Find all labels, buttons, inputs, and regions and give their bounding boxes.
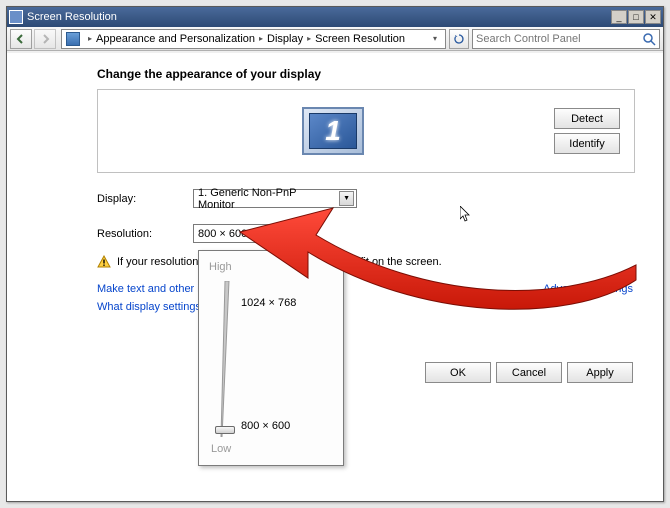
- apply-button[interactable]: Apply: [567, 362, 633, 383]
- search-input[interactable]: [476, 33, 642, 45]
- display-dropdown[interactable]: 1. Generic Non-PnP Monitor ▼: [193, 189, 357, 208]
- display-preview-panel: 1 Detect Identify: [97, 89, 635, 173]
- display-value: 1. Generic Non-PnP Monitor: [198, 187, 335, 211]
- ok-button[interactable]: OK: [425, 362, 491, 383]
- maximize-button[interactable]: □: [628, 10, 644, 24]
- chevron-icon: ▸: [259, 34, 263, 43]
- resolution-option[interactable]: 800 × 600: [241, 420, 290, 432]
- back-button[interactable]: [10, 29, 32, 49]
- identify-button[interactable]: Identify: [554, 133, 620, 154]
- slider-thumb[interactable]: [215, 426, 235, 434]
- breadcrumb-seg-2[interactable]: Screen Resolution: [315, 33, 405, 45]
- warning-text-pre: If your resolution: [117, 256, 198, 268]
- slider-high-label: High: [209, 261, 333, 273]
- search-icon[interactable]: [642, 32, 656, 46]
- monitor-thumbnail[interactable]: 1: [302, 107, 364, 155]
- resolution-slider[interactable]: [221, 281, 229, 437]
- window-title: Screen Resolution: [27, 11, 610, 23]
- dropdown-icon: ▼: [267, 226, 282, 241]
- forward-button[interactable]: [34, 29, 56, 49]
- titlebar: Screen Resolution _ □ ✕: [7, 7, 663, 27]
- breadcrumb[interactable]: ▸ Appearance and Personalization ▸ Displ…: [61, 29, 446, 49]
- resolution-dropdown[interactable]: 800 × 600 ▼: [193, 224, 285, 243]
- warning-icon: [97, 255, 111, 269]
- display-row: Display: 1. Generic Non-PnP Monitor ▼: [97, 189, 635, 208]
- resolution-option[interactable]: 1024 × 768: [241, 297, 296, 309]
- advanced-settings-link[interactable]: Advanced settings: [543, 283, 633, 295]
- warning-text-post: fit on the screen.: [360, 256, 441, 268]
- breadcrumb-seg-0[interactable]: Appearance and Personalization: [96, 33, 255, 45]
- resolution-slider-popup[interactable]: High 1024 × 768 800 × 600 Low: [198, 250, 344, 466]
- make-text-link[interactable]: Make text and other it: [97, 283, 203, 295]
- what-display-link[interactable]: What display settings: [97, 301, 201, 313]
- app-icon: [9, 10, 23, 24]
- slider-low-label: Low: [211, 443, 231, 455]
- monitor-number: 1: [325, 115, 341, 147]
- breadcrumb-dropdown-icon[interactable]: ▾: [433, 34, 437, 43]
- close-button[interactable]: ✕: [645, 10, 661, 24]
- cancel-button[interactable]: Cancel: [496, 362, 562, 383]
- back-icon: [16, 34, 26, 44]
- resolution-value: 800 × 600: [198, 228, 247, 240]
- chevron-icon: ▸: [88, 34, 92, 43]
- refresh-button[interactable]: [449, 29, 469, 49]
- refresh-icon: [453, 33, 465, 45]
- dialog-buttons: OK Cancel Apply: [425, 362, 633, 383]
- breadcrumb-seg-1[interactable]: Display: [267, 33, 303, 45]
- page-heading: Change the appearance of your display: [97, 67, 635, 81]
- resolution-label: Resolution:: [97, 228, 193, 240]
- control-panel-icon: [66, 32, 80, 46]
- chevron-icon: ▸: [307, 34, 311, 43]
- resolution-row: Resolution: 800 × 600 ▼: [97, 224, 635, 243]
- dropdown-icon: ▼: [339, 191, 354, 206]
- resolution-warning: If your resolution fit on the screen.: [97, 255, 635, 269]
- slider-track-icon: [218, 281, 232, 437]
- detect-button[interactable]: Detect: [554, 108, 620, 129]
- display-label: Display:: [97, 193, 193, 205]
- search-box[interactable]: [472, 29, 660, 49]
- forward-icon: [40, 34, 50, 44]
- minimize-button[interactable]: _: [611, 10, 627, 24]
- navigation-bar: ▸ Appearance and Personalization ▸ Displ…: [7, 27, 663, 51]
